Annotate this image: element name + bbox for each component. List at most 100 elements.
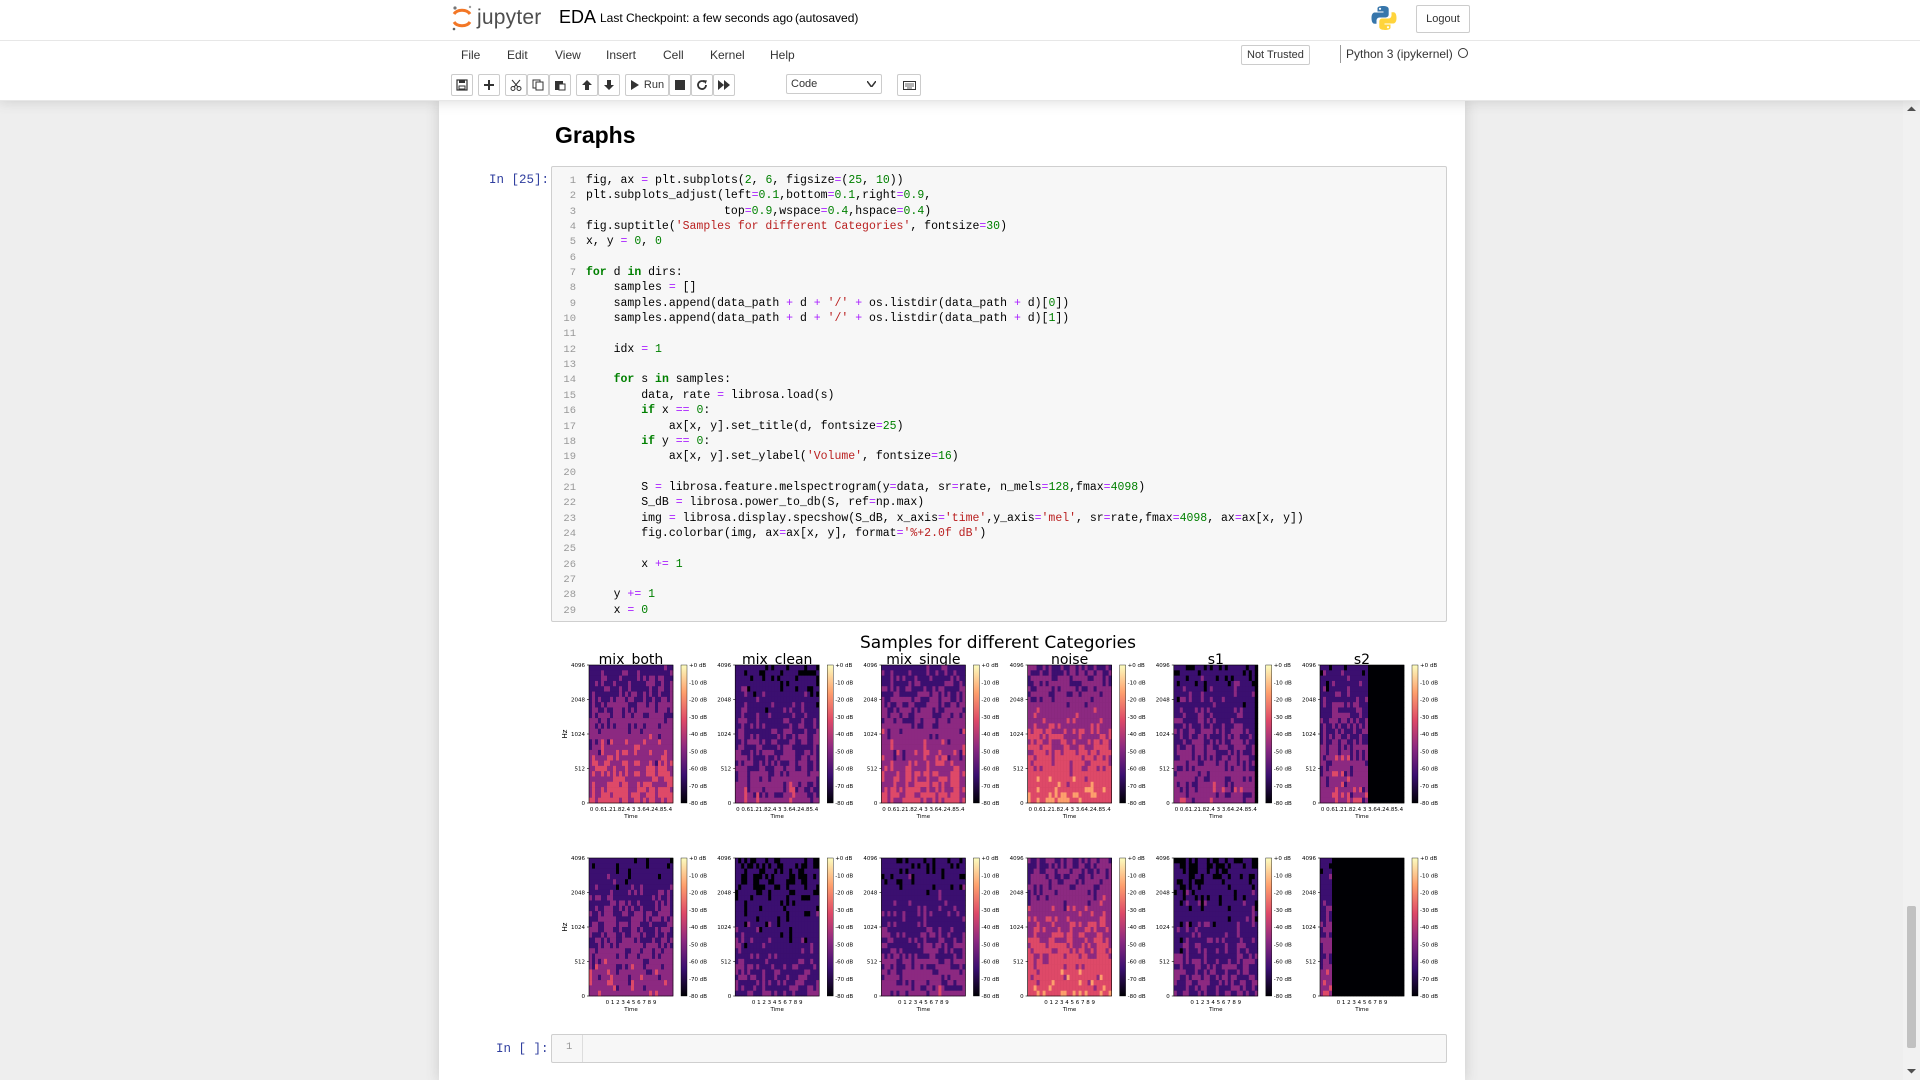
move-down-button[interactable] [598,74,620,96]
spectrogram-cell [1248,675,1253,682]
menu-insert[interactable]: Insert [606,48,636,62]
restart-run-all-button[interactable] [713,74,735,96]
spectrogram-cell [1030,797,1034,804]
code-line[interactable]: 20 [552,465,1446,480]
spectrogram-cell [1105,696,1109,703]
notebook-name[interactable]: EDA [559,7,596,28]
code-line[interactable]: 7 for d in dirs: [552,265,1446,280]
spectrogram-cell [1329,760,1333,767]
spectrogram-cell [1251,712,1256,719]
menu-view[interactable]: View [555,48,581,62]
markdown-heading[interactable]: Graphs [555,122,636,149]
code-line[interactable]: 21 S = librosa.feature.melspectrogram(y=… [552,480,1446,495]
move-up-button[interactable] [576,74,598,96]
code-line[interactable]: 2 plt.subplots_adjust(left=0.1,bottom=0.1… [552,188,1446,203]
spectrogram-cell [810,760,814,767]
spectrogram-cell [592,739,596,745]
menu-file[interactable]: File [461,48,480,62]
spectrogram-cell [1248,776,1253,783]
spectrogram-cell [1236,765,1241,772]
code-line[interactable]: 15 data, rate = librosa.load(s) [552,388,1446,403]
spectrogram-cell [646,707,650,714]
spectrogram-cell [917,665,921,671]
spectrogram-cell [744,707,748,714]
spectrogram-cell [1362,765,1366,772]
jupyter-logo[interactable]: jupyter [451,4,541,32]
spectrogram-cell [1386,776,1390,783]
code-editor[interactable]: 1 fig, ax = plt.subplots(2, 6, figsize=(2… [552,173,1446,618]
spectrogram-cell [1233,723,1238,729]
line-number: 22 [563,497,576,510]
code-line[interactable]: 29 x = 0 [552,603,1446,618]
code-line[interactable]: 18 if y == 0: [552,434,1446,449]
play-icon [630,80,639,90]
code-line[interactable]: 5 x, y = 0, 0 [552,234,1446,249]
code-line[interactable]: 22 S_dB = librosa.power_to_db(S, ref=np.… [552,495,1446,510]
spectrogram-cell [1215,744,1220,751]
spectrogram-cell [1350,765,1354,772]
save-button[interactable] [451,74,473,96]
spectrogram-cell [1102,734,1106,740]
code-line[interactable]: 28 y += 1 [552,587,1446,602]
spectrogram-cell [1188,781,1193,788]
spectrogram-cell [1338,787,1342,793]
paste-button[interactable] [549,74,571,96]
menu-help[interactable]: Help [770,48,795,62]
code-line[interactable]: 1 fig, ax = plt.subplots(2, 6, figsize=(2… [552,173,1446,188]
code-line[interactable]: 8 samples = [] [552,280,1446,295]
spectrogram-cell [881,723,885,729]
spectrogram-cell [1353,723,1357,729]
interrupt-button[interactable] [669,74,691,96]
menu-kernel[interactable]: Kernel [710,48,745,62]
code-line[interactable]: 23 img = librosa.display.specshow(S_dB, … [552,511,1446,526]
code-line[interactable]: 14 for s in samples: [552,372,1446,387]
logout-button[interactable]: Logout [1416,5,1470,33]
code-line[interactable]: 12 idx = 1 [552,342,1446,357]
spectrogram-cell [1075,718,1079,724]
spectrogram-cell [956,797,960,804]
copy-button[interactable] [527,74,549,96]
cell-type-select[interactable]: Code [786,74,882,94]
cut-button[interactable] [505,74,527,96]
spectrogram-cell [1398,707,1402,714]
spectrogram-cell [1377,712,1381,719]
code-line[interactable]: 13 [552,357,1446,372]
code-line[interactable]: 6 [552,250,1446,265]
insert-cell-button[interactable] [478,74,500,96]
spectrogram-cell [589,723,593,729]
spectrogram-cell [1185,781,1190,788]
run-button[interactable]: Run [625,74,669,96]
command-palette-button[interactable] [897,74,921,96]
spectrogram-cell [604,873,608,880]
spectrogram-cell [619,691,623,698]
not-trusted-button[interactable]: Not Trusted [1241,45,1310,65]
code-cell-input[interactable]: 1 fig, ax = plt.subplots(2, 6, figsize=(2… [551,166,1447,622]
code-line[interactable]: 4 fig.suptitle('Samples for different Cat… [552,219,1446,234]
code-line[interactable]: 17 ax[x, y].set_title(d, fontsize=25) [552,419,1446,434]
code-line[interactable]: 19 ax[x, y].set_ylabel('Volume', fontsiz… [552,449,1446,464]
spectrogram-cell [887,702,891,708]
code-line[interactable]: 24 fig.colorbar(img, ax=ax[x, y], format… [552,526,1446,541]
spectrogram-cell [1248,712,1253,719]
restart-button[interactable] [691,74,713,96]
menu-cell[interactable]: Cell [663,48,684,62]
code-line[interactable]: 27 [552,572,1446,587]
spectrogram-cell [905,776,909,783]
spectrogram-cell [1371,723,1375,729]
code-line[interactable]: 3 top=0.9,wspace=0.4,hspace=0.4) [552,204,1446,219]
kernel-name[interactable]: Python 3 (ipykernel) [1346,47,1453,61]
spectrogram-cell [1027,771,1031,777]
code-line[interactable]: 16 if x == 0: [552,403,1446,418]
code-line[interactable]: 9 samples.append(data_path + d + '/' + o… [552,296,1446,311]
spectrogram-cell [881,702,885,708]
code-line[interactable]: 10 samples.append(data_path + d + '/' + … [552,311,1446,326]
code-line[interactable]: 11 [552,326,1446,341]
code-line[interactable]: 26 x += 1 [552,557,1446,572]
spectrogram-cell [610,696,614,703]
spectrogram-cell [1332,728,1336,735]
spectrogram-cell [1099,670,1103,676]
code-line[interactable]: 25 [552,541,1446,556]
spectrogram-cell [750,707,754,714]
spectrogram-cell [1365,691,1369,698]
menu-edit[interactable]: Edit [507,48,528,62]
